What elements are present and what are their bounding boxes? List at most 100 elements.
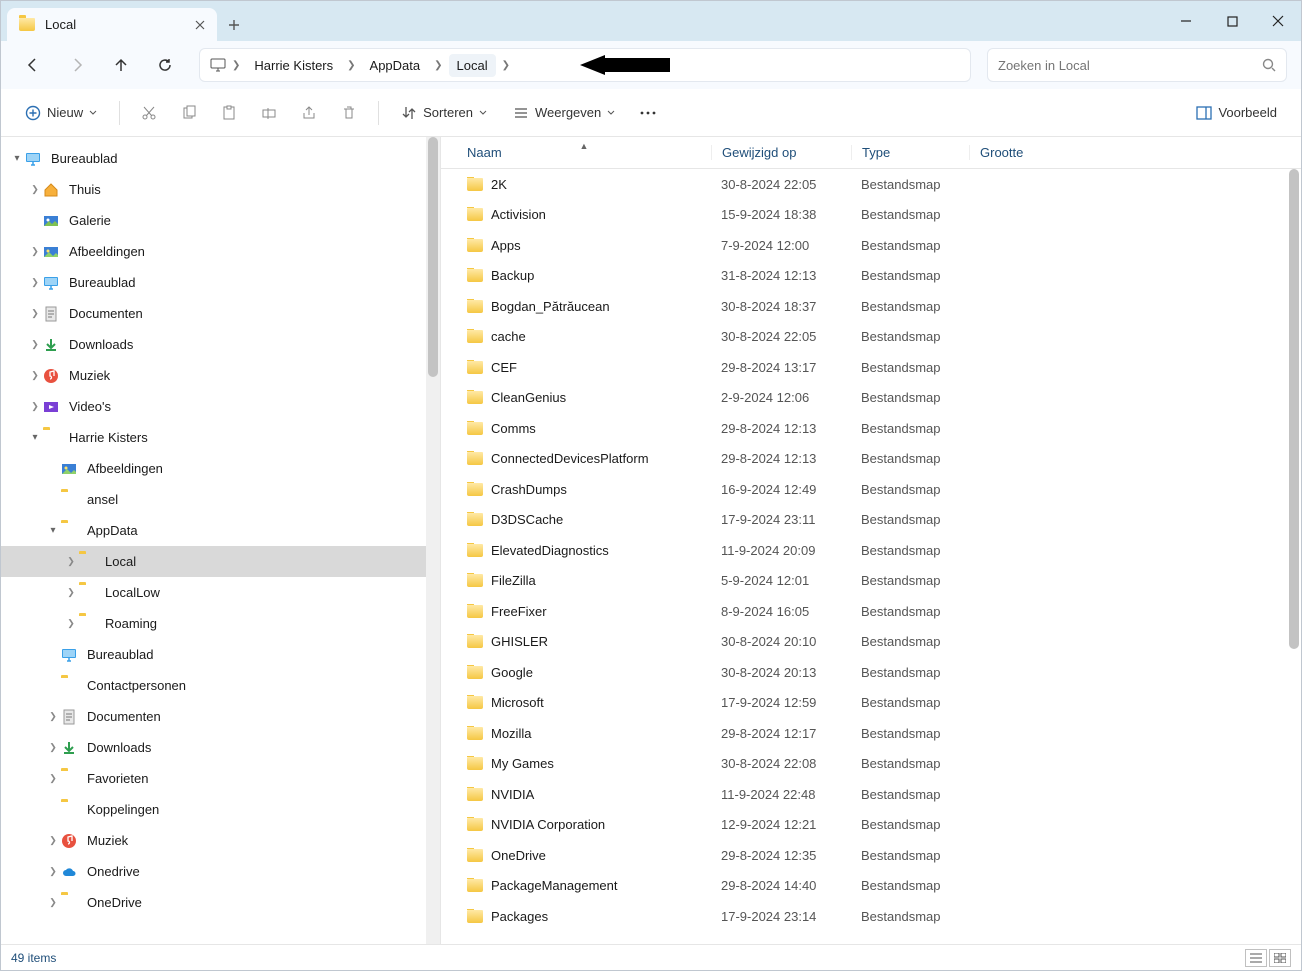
maximize-button[interactable]: [1209, 1, 1255, 41]
tree-item[interactable]: ❯Afbeeldingen: [1, 236, 440, 267]
paste-button[interactable]: [212, 99, 246, 127]
table-row[interactable]: CleanGenius2-9-2024 12:06Bestandsmap: [441, 383, 1301, 414]
tree-item[interactable]: ❯Roaming: [1, 608, 440, 639]
tree-item[interactable]: ❯Documenten: [1, 701, 440, 732]
column-type[interactable]: Type: [851, 145, 969, 160]
chevron-icon[interactable]: ❯: [27, 277, 43, 288]
tab-close-button[interactable]: [193, 18, 207, 32]
view-button[interactable]: Weergeven: [503, 99, 625, 127]
table-row[interactable]: OneDrive29-8-2024 12:35Bestandsmap: [441, 840, 1301, 871]
chevron-icon[interactable]: ❯: [45, 866, 61, 877]
tab[interactable]: Local: [7, 8, 217, 41]
cut-button[interactable]: [132, 99, 166, 127]
chevron-icon[interactable]: ▾: [9, 153, 25, 164]
table-row[interactable]: Comms29-8-2024 12:13Bestandsmap: [441, 413, 1301, 444]
table-row[interactable]: cache30-8-2024 22:05Bestandsmap: [441, 322, 1301, 353]
table-row[interactable]: FreeFixer8-9-2024 16:05Bestandsmap: [441, 596, 1301, 627]
table-row[interactable]: ConnectedDevicesPlatform29-8-2024 12:13B…: [441, 444, 1301, 475]
table-row[interactable]: Microsoft17-9-2024 12:59Bestandsmap: [441, 688, 1301, 719]
chevron-icon[interactable]: ❯: [45, 897, 61, 908]
table-row[interactable]: Packages17-9-2024 23:14Bestandsmap: [441, 901, 1301, 932]
forward-button[interactable]: [59, 49, 95, 81]
column-modified[interactable]: Gewijzigd op: [711, 145, 851, 160]
tree-item[interactable]: Afbeeldingen: [1, 453, 440, 484]
refresh-button[interactable]: [147, 49, 183, 81]
preview-button[interactable]: Voorbeeld: [1186, 99, 1287, 126]
tree-item[interactable]: ▾Bureaublad: [1, 143, 440, 174]
table-row[interactable]: CrashDumps16-9-2024 12:49Bestandsmap: [441, 474, 1301, 505]
tree-item[interactable]: ❯Downloads: [1, 329, 440, 360]
details-view-button[interactable]: [1245, 949, 1267, 967]
more-button[interactable]: [631, 105, 665, 121]
chevron-icon[interactable]: ❯: [45, 742, 61, 753]
chevron-icon[interactable]: ❯: [45, 835, 61, 846]
tree-item[interactable]: ❯LocalLow: [1, 577, 440, 608]
tree-item[interactable]: ❯Onedrive: [1, 856, 440, 887]
table-row[interactable]: Mozilla29-8-2024 12:17Bestandsmap: [441, 718, 1301, 749]
chevron-icon[interactable]: ❯: [27, 246, 43, 257]
chevron-icon[interactable]: ❯: [45, 773, 61, 784]
chevron-icon[interactable]: ❯: [27, 401, 43, 412]
tree-item[interactable]: ❯OneDrive: [1, 887, 440, 918]
nav-pane[interactable]: ▾Bureaublad❯ThuisGalerie❯Afbeeldingen❯Bu…: [1, 137, 441, 944]
breadcrumb[interactable]: ❯ Harrie Kisters ❯ AppData ❯ Local ❯: [199, 48, 971, 82]
chevron-icon[interactable]: ❯: [45, 711, 61, 722]
tree-item[interactable]: ▾AppData: [1, 515, 440, 546]
search-input[interactable]: [987, 48, 1287, 82]
tree-item[interactable]: ❯Local: [1, 546, 440, 577]
tree-item[interactable]: ▾Harrie Kisters: [1, 422, 440, 453]
table-row[interactable]: NVIDIA Corporation12-9-2024 12:21Bestand…: [441, 810, 1301, 841]
up-button[interactable]: [103, 49, 139, 81]
scrollbar[interactable]: [426, 137, 440, 944]
tree-item[interactable]: ❯Muziek: [1, 360, 440, 391]
tree-item[interactable]: ansel: [1, 484, 440, 515]
chevron-icon[interactable]: ❯: [27, 339, 43, 350]
share-button[interactable]: [292, 99, 326, 127]
scrollbar-thumb[interactable]: [1289, 169, 1299, 649]
tree-item[interactable]: ❯Video's: [1, 391, 440, 422]
table-row[interactable]: NVIDIA11-9-2024 22:48Bestandsmap: [441, 779, 1301, 810]
table-row[interactable]: My Games30-8-2024 22:08Bestandsmap: [441, 749, 1301, 780]
breadcrumb-item-current[interactable]: Local: [449, 54, 496, 77]
table-row[interactable]: Google30-8-2024 20:13Bestandsmap: [441, 657, 1301, 688]
thumbnails-view-button[interactable]: [1269, 949, 1291, 967]
table-row[interactable]: PackageManagement29-8-2024 14:40Bestands…: [441, 871, 1301, 902]
scrollbar-thumb[interactable]: [428, 137, 438, 377]
table-row[interactable]: Apps7-9-2024 12:00Bestandsmap: [441, 230, 1301, 261]
table-row[interactable]: Activision15-9-2024 18:38Bestandsmap: [441, 200, 1301, 231]
tree-item[interactable]: ❯Documenten: [1, 298, 440, 329]
table-row[interactable]: D3DSCache17-9-2024 23:11Bestandsmap: [441, 505, 1301, 536]
chevron-icon[interactable]: ❯: [63, 587, 79, 598]
chevron-icon[interactable]: ❯: [27, 184, 43, 195]
sort-button[interactable]: Sorteren: [391, 99, 497, 127]
new-tab-button[interactable]: [217, 8, 251, 41]
table-row[interactable]: FileZilla5-9-2024 12:01Bestandsmap: [441, 566, 1301, 597]
scrollbar[interactable]: [1287, 137, 1301, 944]
copy-button[interactable]: [172, 99, 206, 127]
tree-item[interactable]: ❯Muziek: [1, 825, 440, 856]
tree-item[interactable]: Koppelingen: [1, 794, 440, 825]
close-button[interactable]: [1255, 1, 1301, 41]
tree-item[interactable]: Galerie: [1, 205, 440, 236]
rename-button[interactable]: [252, 99, 286, 127]
tree-item[interactable]: ❯Favorieten: [1, 763, 440, 794]
breadcrumb-item[interactable]: AppData: [362, 54, 429, 77]
tree-item[interactable]: Contactpersonen: [1, 670, 440, 701]
chevron-icon[interactable]: ❯: [27, 308, 43, 319]
chevron-icon[interactable]: ▾: [45, 525, 61, 536]
column-size[interactable]: Grootte: [969, 145, 1049, 160]
new-button[interactable]: Nieuw: [15, 99, 107, 127]
search-field[interactable]: [998, 58, 1262, 73]
minimize-button[interactable]: [1163, 1, 1209, 41]
tree-item[interactable]: ❯Thuis: [1, 174, 440, 205]
table-row[interactable]: GHISLER30-8-2024 20:10Bestandsmap: [441, 627, 1301, 658]
back-button[interactable]: [15, 49, 51, 81]
tree-item[interactable]: Bureaublad: [1, 639, 440, 670]
column-name[interactable]: ▲Naam: [457, 145, 711, 160]
chevron-icon[interactable]: ❯: [63, 618, 79, 629]
chevron-icon[interactable]: ▾: [27, 432, 43, 443]
table-row[interactable]: Backup31-8-2024 12:13Bestandsmap: [441, 261, 1301, 292]
breadcrumb-item[interactable]: Harrie Kisters: [246, 54, 341, 77]
tree-item[interactable]: ❯Bureaublad: [1, 267, 440, 298]
tree-item[interactable]: ❯Downloads: [1, 732, 440, 763]
